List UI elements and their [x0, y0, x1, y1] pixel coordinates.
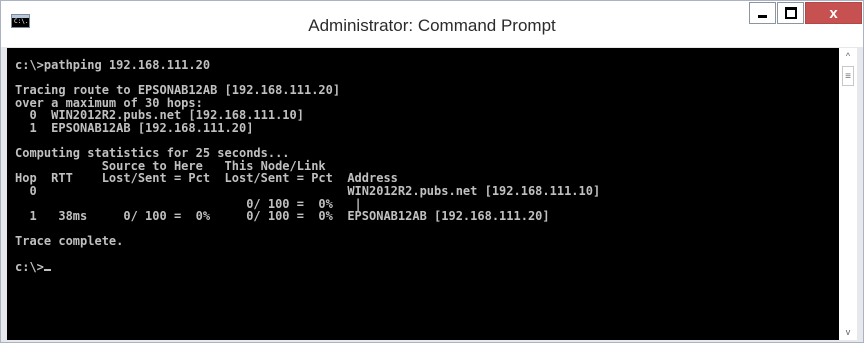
close-icon: x [829, 4, 838, 22]
minimize-icon [758, 14, 767, 18]
minimize-button[interactable] [749, 2, 776, 24]
console-text: c:\>pathping 192.168.111.20 Tracing rout… [15, 58, 601, 274]
console-output[interactable]: c:\>pathping 192.168.111.20 Tracing rout… [7, 48, 839, 340]
vertical-scrollbar[interactable]: ^ ≡ v [839, 48, 857, 340]
title-bar[interactable]: C:\. Administrator: Command Prompt x [1, 1, 863, 47]
command-prompt-window: C:\. Administrator: Command Prompt x c:\… [0, 0, 864, 343]
scroll-down-icon[interactable]: v [839, 324, 857, 340]
maximize-button[interactable] [777, 2, 804, 24]
maximize-icon [784, 7, 797, 19]
scroll-thumb[interactable]: ≡ [842, 66, 854, 86]
text-cursor [43, 268, 51, 271]
thumb-grip-icon: ≡ [845, 70, 851, 82]
window-title: Administrator: Command Prompt [308, 16, 556, 35]
close-button[interactable]: x [805, 2, 862, 24]
scroll-up-icon[interactable]: ^ [839, 48, 857, 64]
